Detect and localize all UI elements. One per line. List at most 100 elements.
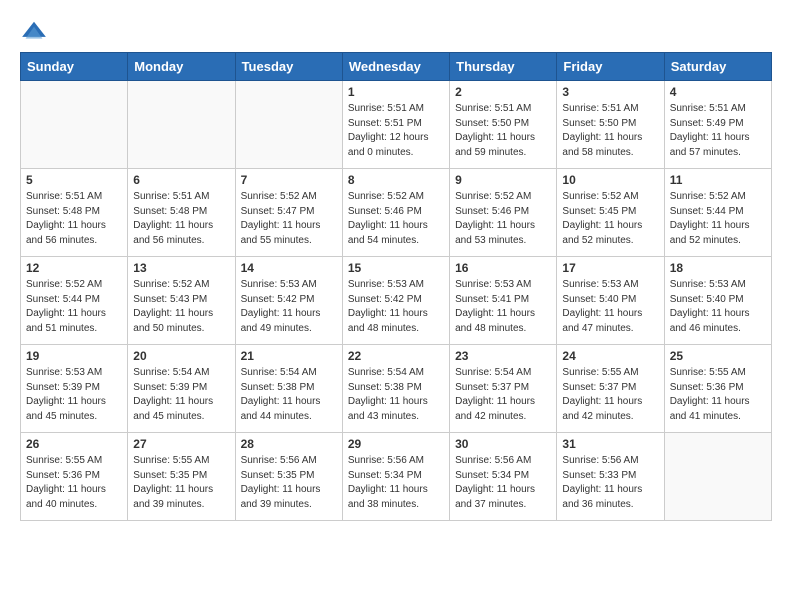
day-number: 27 — [133, 437, 229, 451]
logo — [20, 20, 52, 42]
day-info: Sunrise: 5:51 AM Sunset: 5:49 PM Dayligh… — [670, 102, 766, 160]
day-info: Sunrise: 5:56 AM Sunset: 5:33 PM Dayligh… — [562, 454, 658, 512]
day-number: 21 — [241, 349, 337, 363]
day-info: Sunrise: 5:51 AM Sunset: 5:48 PM Dayligh… — [133, 190, 229, 248]
calendar-cell — [21, 81, 128, 169]
day-info: Sunrise: 5:51 AM Sunset: 5:48 PM Dayligh… — [26, 190, 122, 248]
calendar-cell: 7Sunrise: 5:52 AM Sunset: 5:47 PM Daylig… — [235, 169, 342, 257]
day-number: 11 — [670, 173, 766, 187]
day-number: 28 — [241, 437, 337, 451]
day-number: 10 — [562, 173, 658, 187]
day-info: Sunrise: 5:56 AM Sunset: 5:34 PM Dayligh… — [348, 454, 444, 512]
weekday-header: Friday — [557, 53, 664, 81]
day-info: Sunrise: 5:52 AM Sunset: 5:46 PM Dayligh… — [455, 190, 551, 248]
calendar-cell: 23 Sunrise: 5:54 AM Sunset: 5:37 PM Dayli… — [450, 345, 557, 433]
weekday-header: Saturday — [664, 53, 771, 81]
calendar-cell: 3 Sunrise: 5:51 AM Sunset: 5:50 PM Daylig… — [557, 81, 664, 169]
logo-icon — [20, 20, 48, 42]
day-number: 1 — [348, 85, 444, 99]
day-number: 22 — [348, 349, 444, 363]
day-info: Sunrise: 5:53 AM Sunset: 5:40 PM Dayligh… — [562, 278, 658, 336]
day-info: Sunrise: 5:53 AM Sunset: 5:41 PM Dayligh… — [455, 278, 551, 336]
page-header — [20, 20, 772, 42]
day-info: Sunrise: 5:54 AM Sunset: 5:38 PM Dayligh… — [241, 366, 337, 424]
weekday-header: Wednesday — [342, 53, 449, 81]
day-number: 16 — [455, 261, 551, 275]
day-info: Sunrise: 5:56 AM Sunset: 5:34 PM Dayligh… — [455, 454, 551, 512]
calendar-week-row: 12 Sunrise: 5:52 AM Sunset: 5:44 PM Dayli… — [21, 257, 772, 345]
day-number: 9 — [455, 173, 551, 187]
day-info: Sunrise: 5:52 AM Sunset: 5:44 PM Dayligh… — [26, 278, 122, 336]
day-info: Sunrise: 5:55 AM Sunset: 5:36 PM Dayligh… — [670, 366, 766, 424]
calendar-cell: 6Sunrise: 5:51 AM Sunset: 5:48 PM Daylig… — [128, 169, 235, 257]
day-info: Sunrise: 5:54 AM Sunset: 5:38 PM Dayligh… — [348, 366, 444, 424]
day-info: Sunrise: 5:52 AM Sunset: 5:46 PM Dayligh… — [348, 190, 444, 248]
calendar-cell: 11 Sunrise: 5:52 AM Sunset: 5:44 PM Dayli… — [664, 169, 771, 257]
calendar-cell: 4Sunrise: 5:51 AM Sunset: 5:49 PM Daylig… — [664, 81, 771, 169]
day-info: Sunrise: 5:51 AM Sunset: 5:50 PM Dayligh… — [562, 102, 658, 160]
day-info: Sunrise: 5:52 AM Sunset: 5:45 PM Dayligh… — [562, 190, 658, 248]
day-number: 2 — [455, 85, 551, 99]
day-info: Sunrise: 5:53 AM Sunset: 5:40 PM Dayligh… — [670, 278, 766, 336]
calendar-cell: 17Sunrise: 5:53 AM Sunset: 5:40 PM Dayli… — [557, 257, 664, 345]
weekday-header: Sunday — [21, 53, 128, 81]
calendar-header-row: SundayMondayTuesdayWednesdayThursdayFrid… — [21, 53, 772, 81]
calendar-week-row: 5Sunrise: 5:51 AM Sunset: 5:48 PM Daylig… — [21, 169, 772, 257]
day-number: 18 — [670, 261, 766, 275]
day-number: 13 — [133, 261, 229, 275]
day-info: Sunrise: 5:55 AM Sunset: 5:37 PM Dayligh… — [562, 366, 658, 424]
calendar-week-row: 1 Sunrise: 5:51 AM Sunset: 5:51 PM Daylig… — [21, 81, 772, 169]
day-number: 23 — [455, 349, 551, 363]
calendar-cell: 30 Sunrise: 5:56 AM Sunset: 5:34 PM Dayli… — [450, 433, 557, 521]
day-number: 30 — [455, 437, 551, 451]
day-number: 25 — [670, 349, 766, 363]
calendar-cell: 26Sunrise: 5:55 AM Sunset: 5:36 PM Dayli… — [21, 433, 128, 521]
calendar-cell: 16 Sunrise: 5:53 AM Sunset: 5:41 PM Dayli… — [450, 257, 557, 345]
calendar-table: SundayMondayTuesdayWednesdayThursdayFrid… — [20, 52, 772, 521]
calendar-cell: 2Sunrise: 5:51 AM Sunset: 5:50 PM Daylig… — [450, 81, 557, 169]
calendar-cell: 1 Sunrise: 5:51 AM Sunset: 5:51 PM Daylig… — [342, 81, 449, 169]
day-info: Sunrise: 5:51 AM Sunset: 5:51 PM Dayligh… — [348, 102, 444, 160]
day-info: Sunrise: 5:54 AM Sunset: 5:37 PM Dayligh… — [455, 366, 551, 424]
calendar-cell: 12 Sunrise: 5:52 AM Sunset: 5:44 PM Dayli… — [21, 257, 128, 345]
calendar-cell: 13 Sunrise: 5:52 AM Sunset: 5:43 PM Dayli… — [128, 257, 235, 345]
calendar-cell — [664, 433, 771, 521]
calendar-cell: 22 Sunrise: 5:54 AM Sunset: 5:38 PM Dayli… — [342, 345, 449, 433]
calendar-cell: 21 Sunrise: 5:54 AM Sunset: 5:38 PM Dayli… — [235, 345, 342, 433]
calendar-cell — [235, 81, 342, 169]
day-number: 8 — [348, 173, 444, 187]
calendar-cell: 10 Sunrise: 5:52 AM Sunset: 5:45 PM Dayli… — [557, 169, 664, 257]
day-info: Sunrise: 5:55 AM Sunset: 5:35 PM Dayligh… — [133, 454, 229, 512]
weekday-header: Monday — [128, 53, 235, 81]
day-info: Sunrise: 5:52 AM Sunset: 5:43 PM Dayligh… — [133, 278, 229, 336]
day-number: 7 — [241, 173, 337, 187]
calendar-week-row: 19Sunrise: 5:53 AM Sunset: 5:39 PM Dayli… — [21, 345, 772, 433]
weekday-header: Tuesday — [235, 53, 342, 81]
calendar-cell: 15Sunrise: 5:53 AM Sunset: 5:42 PM Dayli… — [342, 257, 449, 345]
calendar-cell: 9 Sunrise: 5:52 AM Sunset: 5:46 PM Daylig… — [450, 169, 557, 257]
day-info: Sunrise: 5:53 AM Sunset: 5:39 PM Dayligh… — [26, 366, 122, 424]
calendar-cell: 27 Sunrise: 5:55 AM Sunset: 5:35 PM Dayli… — [128, 433, 235, 521]
calendar-week-row: 26Sunrise: 5:55 AM Sunset: 5:36 PM Dayli… — [21, 433, 772, 521]
calendar-cell: 24 Sunrise: 5:55 AM Sunset: 5:37 PM Dayli… — [557, 345, 664, 433]
calendar-cell: 28 Sunrise: 5:56 AM Sunset: 5:35 PM Dayli… — [235, 433, 342, 521]
calendar-cell: 19Sunrise: 5:53 AM Sunset: 5:39 PM Dayli… — [21, 345, 128, 433]
day-info: Sunrise: 5:56 AM Sunset: 5:35 PM Dayligh… — [241, 454, 337, 512]
day-info: Sunrise: 5:52 AM Sunset: 5:44 PM Dayligh… — [670, 190, 766, 248]
calendar-cell: 5Sunrise: 5:51 AM Sunset: 5:48 PM Daylig… — [21, 169, 128, 257]
day-number: 3 — [562, 85, 658, 99]
day-number: 20 — [133, 349, 229, 363]
day-info: Sunrise: 5:55 AM Sunset: 5:36 PM Dayligh… — [26, 454, 122, 512]
day-number: 24 — [562, 349, 658, 363]
calendar-cell: 18 Sunrise: 5:53 AM Sunset: 5:40 PM Dayli… — [664, 257, 771, 345]
day-number: 12 — [26, 261, 122, 275]
calendar-cell — [128, 81, 235, 169]
day-number: 29 — [348, 437, 444, 451]
day-info: Sunrise: 5:53 AM Sunset: 5:42 PM Dayligh… — [241, 278, 337, 336]
day-number: 14 — [241, 261, 337, 275]
calendar-cell: 14 Sunrise: 5:53 AM Sunset: 5:42 PM Dayli… — [235, 257, 342, 345]
day-number: 15 — [348, 261, 444, 275]
calendar-cell: 20Sunrise: 5:54 AM Sunset: 5:39 PM Dayli… — [128, 345, 235, 433]
calendar-cell: 31Sunrise: 5:56 AM Sunset: 5:33 PM Dayli… — [557, 433, 664, 521]
weekday-header: Thursday — [450, 53, 557, 81]
